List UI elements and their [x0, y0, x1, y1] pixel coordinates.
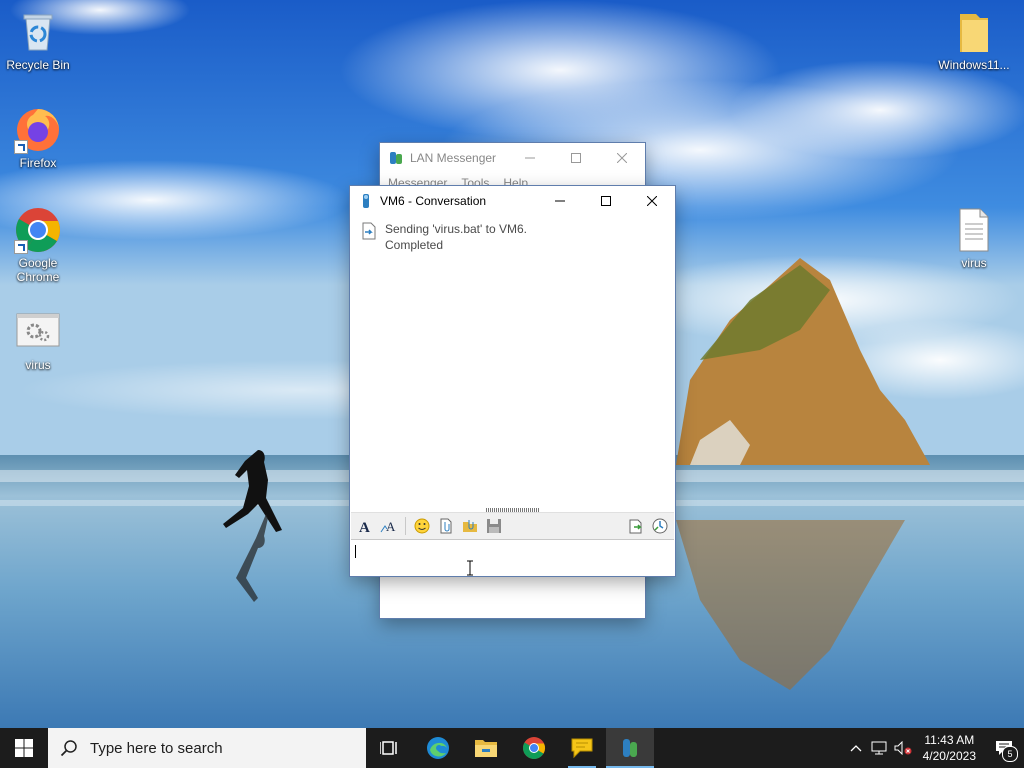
start-button[interactable]	[0, 728, 48, 768]
task-view-button[interactable]	[366, 728, 414, 768]
desktop-icon-label: Recycle Bin	[6, 58, 70, 72]
save-icon[interactable]	[482, 515, 506, 537]
chrome-icon	[14, 206, 62, 254]
search-box[interactable]: Type here to search	[48, 728, 366, 768]
file-transfer-icon	[362, 222, 376, 240]
svg-text:A: A	[386, 519, 396, 534]
chrome-icon	[523, 737, 545, 759]
windows-logo-icon	[15, 739, 33, 757]
title-bar[interactable]: VM6 - Conversation	[350, 186, 675, 216]
emoticon-icon[interactable]	[410, 515, 434, 537]
taskbar-lan-messenger-chat[interactable]	[558, 728, 606, 768]
search-icon	[60, 740, 77, 757]
chevron-up-icon	[850, 745, 862, 752]
minimize-button[interactable]	[537, 186, 583, 216]
notification-center-button[interactable]: 5	[984, 728, 1024, 768]
shortcut-arrow-icon	[14, 240, 28, 254]
desktop-icon-virus-bat[interactable]: virus	[0, 308, 76, 372]
close-button[interactable]	[599, 143, 645, 173]
font-icon[interactable]: A	[353, 515, 377, 537]
desktop-icon-firefox[interactable]: Firefox	[0, 106, 76, 170]
font-color-icon[interactable]: A	[377, 515, 401, 537]
taskbar-lan-messenger[interactable]	[606, 728, 654, 768]
send-folder-icon[interactable]	[458, 515, 482, 537]
task-view-icon	[380, 741, 397, 755]
send-file-icon[interactable]	[434, 515, 458, 537]
taskbar-file-explorer[interactable]	[462, 728, 510, 768]
volume-button[interactable]	[891, 741, 915, 755]
lan-messenger-icon	[623, 739, 637, 757]
firefox-icon	[14, 106, 62, 154]
text-file-icon	[950, 206, 998, 254]
notification-count-badge: 5	[1002, 746, 1018, 762]
message-text: Sending 'virus.bat' to VM6.	[385, 222, 527, 236]
taskbar: Type here to search 11:43 AM 4/20/2023 5	[0, 728, 1024, 768]
message-status: Completed	[385, 238, 444, 252]
clock[interactable]: 11:43 AM 4/20/2023	[923, 732, 976, 764]
maximize-button[interactable]	[583, 186, 629, 216]
shortcut-arrow-icon	[14, 140, 28, 154]
volume-muted-icon	[894, 741, 912, 755]
desktop-icon-label: virus	[25, 358, 51, 372]
close-button[interactable]	[629, 186, 675, 216]
conversation-log[interactable]: Sending 'virus.bat' to VM6. Completed	[351, 217, 674, 508]
taskbar-chrome[interactable]	[510, 728, 558, 768]
folder-icon	[950, 8, 998, 56]
message-input[interactable]	[351, 541, 674, 575]
title-bar[interactable]: LAN Messenger	[380, 143, 645, 173]
broadcast-icon[interactable]	[648, 515, 672, 537]
chat-toolbar: A A	[351, 512, 674, 540]
conversation-window[interactable]: VM6 - Conversation Sending 'virus.bat' t…	[350, 186, 675, 576]
minimize-button[interactable]	[507, 143, 553, 173]
clock-date: 4/20/2023	[922, 749, 976, 763]
network-icon	[871, 741, 887, 755]
svg-text:A: A	[359, 520, 370, 534]
text-caret	[355, 545, 356, 558]
toolbar-separator	[405, 517, 406, 535]
ibeam-cursor	[467, 560, 473, 576]
desktop-icon-recycle-bin[interactable]: Recycle Bin	[0, 8, 76, 72]
desktop-icon-windows11-folder[interactable]: Windows11...	[936, 8, 1012, 72]
lan-messenger-chat-icon	[571, 738, 593, 759]
desktop-icon-label: virus	[961, 256, 987, 270]
desktop-icon-virus-txt[interactable]: virus	[936, 206, 1012, 270]
desktop-icon-label: Windows11...	[938, 58, 1010, 72]
desktop-icon-chrome[interactable]: Google Chrome	[0, 206, 76, 284]
network-button[interactable]	[867, 741, 891, 755]
desktop-icon-label: Google Chrome	[16, 256, 60, 284]
file-transfer-message: Sending 'virus.bat' to VM6. Completed	[361, 221, 674, 253]
history-icon[interactable]	[624, 515, 648, 537]
taskbar-edge[interactable]	[414, 728, 462, 768]
batch-file-icon	[14, 308, 62, 356]
search-placeholder: Type here to search	[90, 739, 223, 757]
window-title: LAN Messenger	[410, 151, 497, 165]
window-title: VM6 - Conversation	[380, 194, 487, 208]
conversation-icon	[363, 194, 369, 208]
clock-time: 11:43 AM	[924, 733, 975, 747]
desktop-icon-label: Firefox	[19, 156, 57, 170]
recycle-bin-icon	[14, 8, 62, 56]
system-tray: 11:43 AM 4/20/2023 5	[845, 728, 1024, 768]
edge-icon	[427, 737, 449, 759]
file-explorer-icon	[475, 740, 497, 757]
show-hidden-icons-button[interactable]	[845, 744, 867, 752]
lan-messenger-icon	[390, 152, 402, 164]
maximize-button[interactable]	[553, 143, 599, 173]
